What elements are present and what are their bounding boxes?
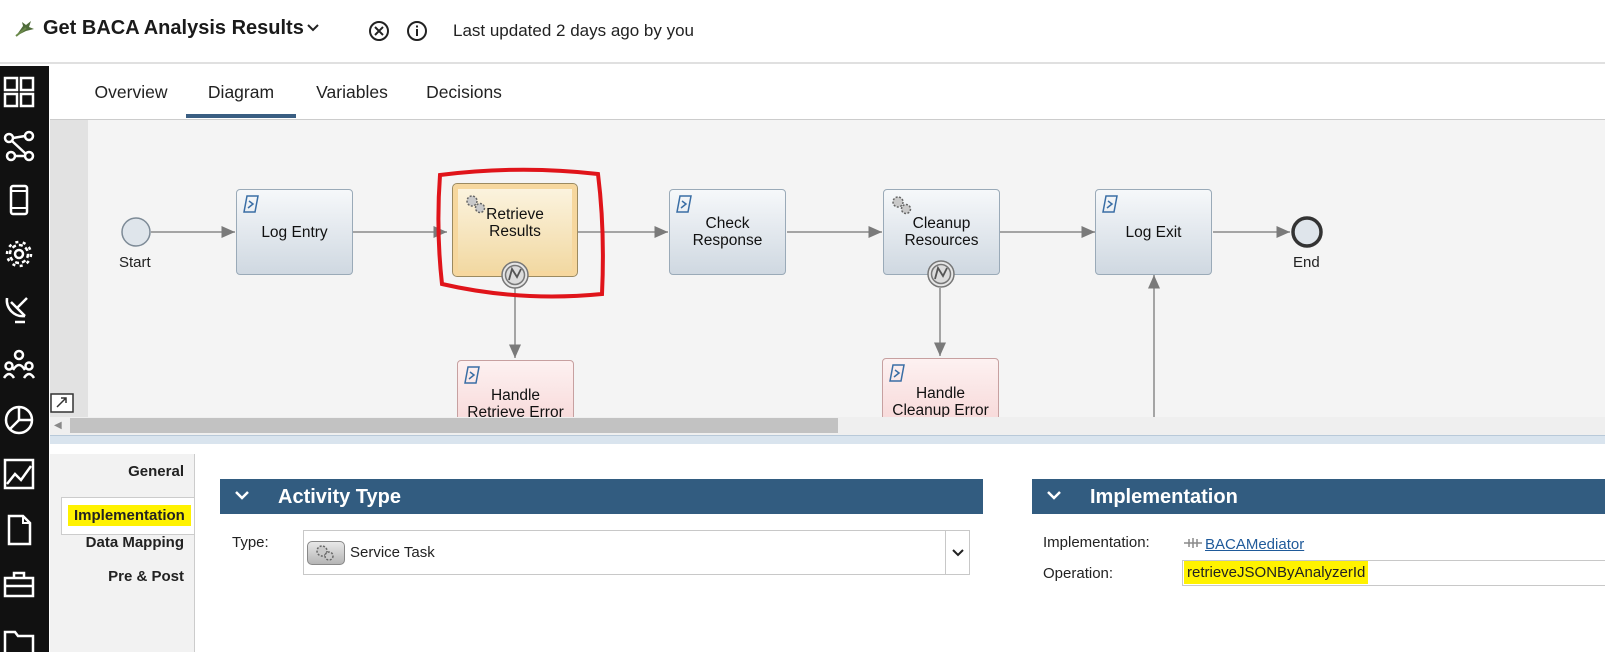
nav-general[interactable]: General bbox=[128, 463, 184, 480]
activity-type-header[interactable]: Activity Type bbox=[220, 479, 983, 514]
node-label-line1: Handle bbox=[490, 387, 541, 404]
node-label-wrap: Retrieve Results bbox=[486, 206, 544, 240]
scrollbar-thumb[interactable] bbox=[70, 418, 838, 433]
node-log-entry[interactable]: Log Entry bbox=[236, 189, 353, 275]
type-select[interactable]: Service Task bbox=[303, 530, 970, 575]
script-icon bbox=[676, 195, 692, 213]
tab-variables[interactable]: Variables bbox=[304, 66, 400, 118]
nav-data-mapping[interactable]: Data Mapping bbox=[86, 534, 184, 551]
chevron-down-icon[interactable] bbox=[306, 22, 320, 34]
chevron-down-icon bbox=[952, 549, 964, 557]
header-bar: Get BACA Analysis Results Last updated 2… bbox=[0, 0, 1605, 64]
app-leaf-icon bbox=[15, 21, 34, 37]
start-event bbox=[121, 217, 151, 247]
implementation-link[interactable]: BACAMediator bbox=[1205, 536, 1304, 553]
process-flow-icon[interactable] bbox=[3, 130, 35, 162]
info-icon[interactable] bbox=[406, 20, 428, 42]
implementation-label: Implementation: bbox=[1043, 534, 1150, 551]
implementation-header[interactable]: Implementation bbox=[1032, 479, 1605, 514]
dashboard-icon[interactable] bbox=[3, 76, 35, 108]
error-intermediate-event-icon bbox=[927, 260, 955, 288]
type-dropdown-button[interactable] bbox=[945, 531, 969, 574]
type-value: Service Task bbox=[350, 544, 435, 561]
mobile-icon[interactable] bbox=[3, 184, 35, 216]
nav-implementation[interactable]: Implementation bbox=[68, 505, 191, 526]
page-title: Get BACA Analysis Results bbox=[43, 17, 304, 39]
horizontal-scrollbar[interactable]: ◀ bbox=[50, 417, 1605, 435]
node-label-line2: Retrieve Error bbox=[467, 404, 564, 417]
node-label-line2: Results bbox=[489, 223, 541, 240]
script-icon bbox=[889, 364, 905, 382]
script-icon bbox=[243, 195, 259, 213]
trend-chart-icon[interactable] bbox=[3, 458, 35, 490]
last-updated-text: Last updated 2 days ago by you bbox=[453, 21, 695, 40]
node-label-line1: Check bbox=[705, 215, 750, 232]
node-label-line2: Cleanup Error bbox=[892, 402, 989, 417]
scroll-left-arrow-icon[interactable]: ◀ bbox=[54, 420, 62, 431]
team-icon[interactable] bbox=[3, 348, 35, 380]
node-label-line2: Response bbox=[692, 232, 763, 249]
pie-chart-icon[interactable] bbox=[3, 404, 35, 436]
end-label: End bbox=[1293, 254, 1320, 271]
satellite-dish-icon[interactable] bbox=[3, 292, 35, 324]
operation-label: Operation: bbox=[1043, 565, 1114, 582]
error-intermediate-event-icon bbox=[501, 261, 529, 289]
node-handle-retrieve-error[interactable]: Handle Retrieve Error bbox=[457, 360, 574, 417]
panel-splitter[interactable] bbox=[50, 435, 1605, 444]
properties-nav: General Implementation Data Mapping Pre … bbox=[50, 454, 194, 652]
node-label: Log Entry bbox=[261, 223, 328, 241]
diagram-canvas[interactable]: Start End Log Entry Retrieve Results Che… bbox=[50, 119, 1605, 417]
node-label: Log Exit bbox=[1125, 223, 1182, 241]
start-label: Start bbox=[119, 254, 151, 271]
document-icon[interactable] bbox=[3, 514, 35, 546]
node-label-line2: Resources bbox=[904, 232, 979, 249]
nav-divider bbox=[194, 454, 195, 652]
activity-type-title: Activity Type bbox=[278, 486, 401, 508]
type-label: Type: bbox=[232, 534, 269, 551]
script-icon bbox=[464, 366, 480, 384]
folder-icon[interactable] bbox=[3, 626, 35, 658]
service-task-icon bbox=[307, 541, 345, 565]
tab-overview[interactable]: Overview bbox=[78, 66, 184, 118]
node-check-response[interactable]: Check Response bbox=[669, 189, 786, 275]
chevron-down-icon[interactable] bbox=[234, 488, 250, 502]
properties-panel: General Implementation Data Mapping Pre … bbox=[50, 444, 1605, 652]
implementation-title: Implementation bbox=[1090, 486, 1238, 508]
toolbox-icon[interactable] bbox=[3, 569, 35, 601]
operation-value[interactable]: retrieveJSONByAnalyzerId bbox=[1184, 561, 1369, 584]
chevron-down-icon[interactable] bbox=[1046, 488, 1062, 502]
node-label-line1: Retrieve bbox=[486, 206, 544, 223]
service-gears-icon bbox=[466, 195, 486, 214]
left-sidebar bbox=[0, 66, 49, 656]
node-handle-cleanup-error[interactable]: Handle Cleanup Error bbox=[882, 358, 999, 417]
script-icon bbox=[1102, 195, 1118, 213]
tab-decisions[interactable]: Decisions bbox=[412, 66, 516, 118]
service-link-icon bbox=[1184, 538, 1202, 548]
service-gears-icon bbox=[892, 196, 912, 215]
settings-gear-icon[interactable] bbox=[3, 238, 35, 270]
nav-pre-post[interactable]: Pre & Post bbox=[108, 568, 184, 585]
expand-canvas-icon[interactable] bbox=[50, 393, 74, 413]
node-log-exit[interactable]: Log Exit bbox=[1095, 189, 1212, 275]
node-label-line1: Handle bbox=[915, 385, 966, 402]
tab-diagram[interactable]: Diagram bbox=[186, 66, 296, 118]
end-event bbox=[1291, 216, 1323, 248]
node-label-line1: Cleanup bbox=[912, 215, 971, 232]
close-circle-icon[interactable] bbox=[368, 20, 390, 42]
